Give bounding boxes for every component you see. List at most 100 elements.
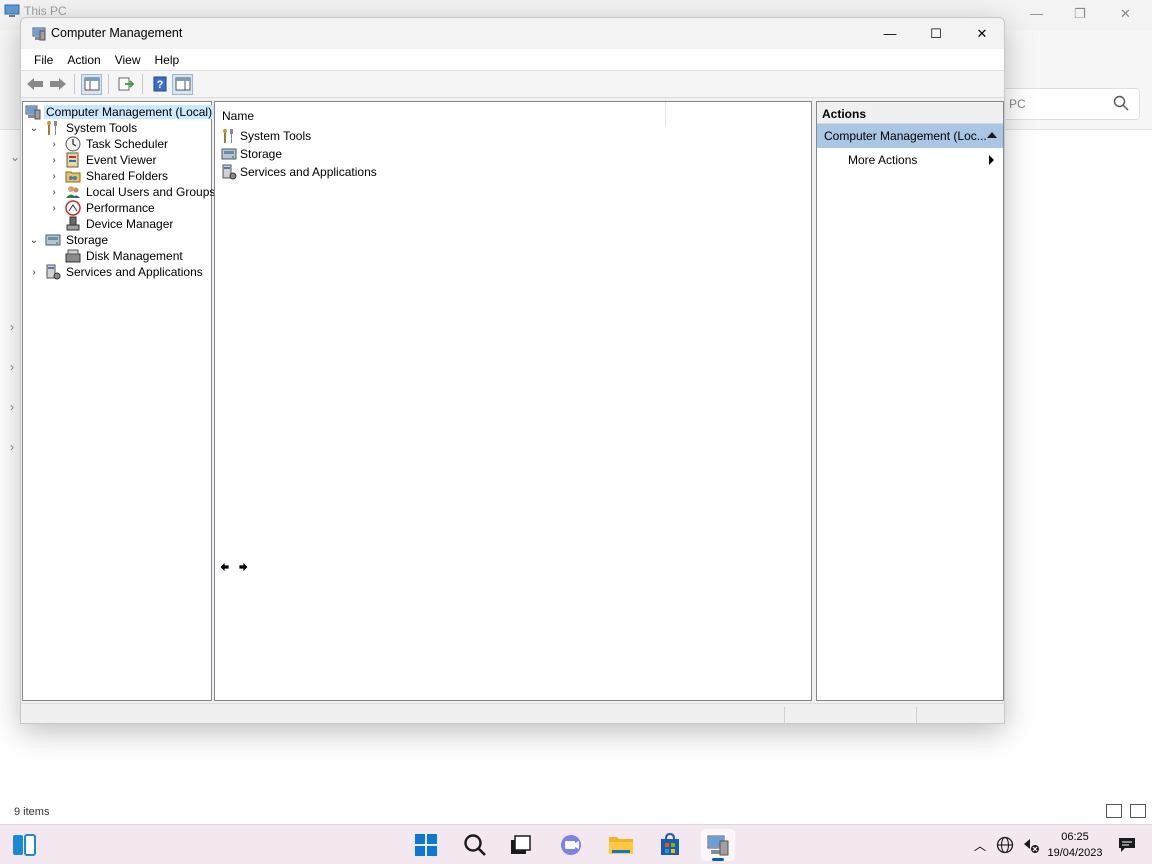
list-item[interactable]: Storage (221, 145, 282, 163)
more-actions-item[interactable]: More Actions (817, 148, 1003, 172)
tree-item-shared-folders[interactable]: › Shared Folders (47, 168, 170, 184)
close-icon: ✕ (976, 25, 988, 41)
notifications-button[interactable] (1112, 829, 1142, 861)
performance-icon (65, 200, 81, 216)
forward-button[interactable] (47, 74, 68, 95)
chevron-right-icon[interactable]: › (47, 139, 61, 150)
show-hidden-icons-chevron-icon[interactable]: ︿ (970, 837, 990, 854)
menu-file[interactable]: File (27, 53, 60, 67)
help-icon: ? (153, 76, 166, 92)
tree-item-local-users[interactable]: › Local Users and Groups (47, 184, 217, 200)
tree-item-label: System Tools (66, 121, 138, 135)
actions-group-computer-management[interactable]: Computer Management (Loc... (817, 124, 1003, 148)
tree-item-services[interactable]: › Services and Applications (27, 264, 205, 280)
chevron-right-icon[interactable]: › (47, 171, 61, 182)
task-view-icon (511, 835, 531, 854)
bg-close-button[interactable]: ✕ (1120, 6, 1131, 22)
bg-expand-chevron-icon[interactable]: ⌄ (10, 150, 20, 164)
tree-item-task-scheduler[interactable]: › Task Scheduler (47, 136, 170, 152)
close-button[interactable]: ✕ (959, 18, 1004, 49)
column-header-empty[interactable] (666, 102, 811, 126)
chevron-down-icon[interactable]: ⌄ (27, 123, 41, 134)
chevron-down-icon[interactable]: ⌄ (27, 235, 41, 246)
back-arrow-icon (26, 78, 43, 90)
chevron-right-icon[interactable]: › (47, 203, 61, 214)
show-hide-action-pane-button[interactable] (172, 73, 193, 95)
device-manager-icon (66, 216, 80, 231)
clock[interactable]: 06:25 19/04/2023 (1040, 829, 1110, 861)
bg-nav-chevron-icon[interactable]: › (10, 360, 14, 374)
tree-item-label: Performance (86, 201, 155, 215)
tree-item-storage[interactable]: ⌄ Storage (27, 232, 110, 248)
widgets-button[interactable] (7, 829, 41, 861)
chat-button[interactable] (554, 829, 588, 861)
search-icon (464, 834, 486, 856)
language-globe-icon[interactable] (996, 836, 1014, 854)
services-icon (46, 264, 61, 280)
bg-nav-chevron-icon[interactable]: › (10, 320, 14, 334)
system-tray: ︿ (970, 825, 1040, 864)
background-title-text: This PC (24, 4, 67, 18)
background-status-text: 9 items (14, 806, 50, 818)
tree-item-performance[interactable]: › Performance (47, 200, 157, 216)
storage-icon (45, 234, 61, 246)
list-item[interactable]: Services and Applications (221, 163, 377, 181)
chevron-right-icon[interactable]: › (47, 155, 61, 166)
result-pane: Name System Tools Storage Services and A… (214, 101, 812, 701)
computer-management-icon (25, 105, 41, 120)
status-separator (916, 707, 917, 723)
start-button[interactable] (409, 829, 443, 861)
actions-pane: Actions Computer Management (Loc... More… (816, 101, 1004, 701)
bg-nav-chevron-icon[interactable]: › (10, 400, 14, 414)
computer-management-taskbar-button[interactable] (701, 829, 735, 861)
file-explorer-button[interactable] (604, 829, 638, 861)
bg-restore-button[interactable]: ❐ (1074, 6, 1086, 22)
search-button[interactable] (458, 829, 492, 861)
export-list-button[interactable] (115, 74, 136, 95)
collapse-arrow-icon[interactable] (987, 132, 997, 138)
back-button[interactable] (24, 74, 45, 95)
taskbar: ︿ 06:25 19/04/2023 (0, 824, 1152, 864)
task-view-button[interactable] (504, 829, 538, 861)
maximize-icon: ☐ (930, 25, 942, 41)
minimize-icon: — (883, 26, 897, 41)
window-title: Computer Management (51, 26, 183, 40)
chevron-right-icon[interactable]: › (27, 267, 41, 278)
menu-action[interactable]: Action (60, 53, 107, 67)
menu-help[interactable]: Help (148, 53, 187, 67)
tiles-view-icon[interactable] (1130, 804, 1146, 818)
toolbar-separator (142, 74, 143, 94)
column-header-name[interactable]: Name (215, 102, 666, 126)
tree-item-device-manager[interactable]: Device Manager (61, 216, 175, 232)
toolbar: ? (21, 71, 1004, 98)
tree-item-system-tools[interactable]: ⌄ System Tools (27, 120, 139, 136)
panes-area: Computer Management (Local) ⌄ System Too… (21, 100, 1004, 703)
bg-nav-chevron-icon[interactable]: › (10, 440, 14, 454)
menu-view[interactable]: View (108, 53, 148, 67)
tree-item-label: Storage (66, 233, 109, 247)
help-button[interactable]: ? (149, 74, 170, 95)
tree-item-event-viewer[interactable]: › Event Viewer (47, 152, 158, 168)
windows-logo-icon (415, 834, 437, 856)
store-icon (661, 833, 679, 855)
console-tree-icon (84, 77, 99, 91)
list-item-label: Services and Applications (240, 165, 377, 179)
list-item[interactable]: System Tools (221, 127, 311, 145)
minimize-button[interactable]: — (867, 18, 913, 49)
resize-cursor-icon (219, 560, 249, 574)
show-hide-console-tree-button[interactable] (81, 73, 102, 95)
chevron-right-icon[interactable]: › (47, 187, 61, 198)
tree-item-label: Device Manager (86, 217, 174, 231)
store-button[interactable] (653, 829, 687, 861)
window-titlebar[interactable]: Computer Management — ☐ ✕ (21, 18, 1004, 49)
network-disconnected-icon[interactable] (1022, 836, 1040, 854)
tree-item-disk-management[interactable]: Disk Management (61, 248, 185, 264)
actions-group-label: Computer Management (Loc... (824, 129, 987, 143)
tree-item-root[interactable]: Computer Management (Local) (25, 104, 215, 120)
bg-minimize-button[interactable]: — (1030, 6, 1043, 21)
console-tree: Computer Management (Local) ⌄ System Too… (22, 101, 215, 701)
background-search-box[interactable]: PC (1000, 88, 1140, 120)
maximize-button[interactable]: ☐ (913, 18, 959, 49)
details-view-icon[interactable] (1106, 804, 1122, 818)
users-icon (66, 186, 80, 198)
